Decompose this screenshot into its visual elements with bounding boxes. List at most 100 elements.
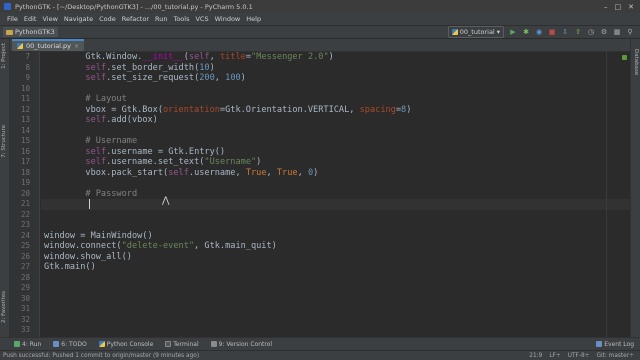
line-number: 16 bbox=[20, 146, 30, 156]
code-line[interactable]: # Username bbox=[44, 136, 137, 147]
tool-tab-favorites[interactable]: 2: Favorites bbox=[1, 291, 9, 323]
tool-tab-structure[interactable]: 7: Structure bbox=[1, 125, 9, 158]
menu-file[interactable]: File bbox=[4, 15, 21, 23]
menu-view[interactable]: View bbox=[39, 15, 60, 23]
code-token: orientation bbox=[163, 104, 220, 115]
tool-tab-database[interactable]: Database bbox=[633, 49, 639, 75]
code-token: .username = Gtk.Entry() bbox=[106, 146, 226, 157]
editor-tab-bar: 00_tutorial.py × bbox=[10, 39, 630, 52]
code-token: , bbox=[214, 73, 226, 83]
vcs-commit-icon[interactable]: ⇧ bbox=[574, 28, 582, 36]
tool-window-python-console[interactable]: Python Console bbox=[98, 341, 153, 348]
tab-00-tutorial[interactable]: 00_tutorial.py × bbox=[12, 39, 85, 51]
vcs-branch[interactable]: Git: master÷ bbox=[597, 353, 634, 359]
close-icon[interactable]: ✕ bbox=[628, 3, 634, 11]
code-line[interactable]: self.username.set_text("Username") bbox=[44, 157, 261, 168]
tool-window-todo[interactable]: 6: TODO bbox=[53, 341, 87, 348]
file-encoding[interactable]: UTF-8÷ bbox=[568, 353, 590, 359]
line-number: 24 bbox=[20, 230, 30, 240]
run-icon[interactable]: ▶ bbox=[509, 28, 517, 36]
code-line[interactable]: # Layout bbox=[44, 94, 126, 105]
tool-window-event-log[interactable]: Event Log bbox=[596, 341, 640, 348]
code-line[interactable]: Gtk.main() bbox=[44, 262, 96, 273]
code-token: Gtk.main() bbox=[44, 262, 96, 272]
line-number: 15 bbox=[20, 136, 30, 145]
code-line[interactable]: self.add(vbox) bbox=[44, 115, 157, 126]
line-number: 19 bbox=[20, 178, 30, 187]
search-icon[interactable]: ⚲ bbox=[626, 28, 634, 36]
code-token: self bbox=[85, 146, 107, 157]
menu-help[interactable]: Help bbox=[243, 15, 264, 23]
code-token: # Password bbox=[44, 188, 138, 199]
line-number: 22 bbox=[20, 209, 30, 219]
tool-tab-project[interactable]: 1: Project bbox=[1, 43, 9, 69]
code-token: vbox = Gtk.Box( bbox=[44, 104, 163, 115]
code-token: title bbox=[219, 52, 246, 62]
code-line[interactable]: self.set_border_width(10) bbox=[44, 62, 214, 74]
tool-window-label: Terminal bbox=[173, 340, 199, 348]
code-token: .set_border_width( bbox=[106, 62, 200, 73]
settings-icon[interactable]: ⚙ bbox=[600, 28, 608, 36]
status-message[interactable]: Push successful: Pushed 1 commit to orig… bbox=[3, 353, 199, 359]
line-number: 30 bbox=[20, 293, 30, 303]
right-tool-strip: Database bbox=[630, 39, 640, 337]
tool-window-terminal[interactable]: Terminal bbox=[165, 340, 199, 348]
code-line[interactable]: Gtk.Window.__init__(self, title="Messeng… bbox=[44, 52, 333, 63]
minimize-icon[interactable]: – bbox=[604, 3, 608, 11]
code-token: "Messenger 2.0" bbox=[251, 52, 329, 62]
code-line[interactable]: # Password bbox=[44, 189, 137, 200]
breadcrumb-project[interactable]: PythonGTK3 bbox=[3, 27, 58, 37]
code-editor[interactable]: 7 8 9 10 11 12 13 14 15 16 17 18 19 20 21 22 23 24 25 26 27 2… bbox=[10, 52, 630, 345]
menu-code[interactable]: Code bbox=[96, 15, 119, 23]
maximize-icon[interactable]: □ bbox=[615, 3, 622, 11]
menu-edit[interactable]: Edit bbox=[21, 15, 40, 23]
code-token: self bbox=[85, 62, 107, 73]
line-number: 26 bbox=[20, 251, 30, 261]
tab-label: 00_tutorial.py bbox=[26, 42, 72, 50]
menu-window[interactable]: Window bbox=[212, 15, 244, 23]
python-file-icon bbox=[17, 43, 23, 49]
terminal-icon bbox=[165, 341, 172, 347]
close-tab-icon[interactable]: × bbox=[74, 43, 79, 50]
menu-navigate[interactable]: Navigate bbox=[61, 15, 96, 23]
current-line-highlight bbox=[41, 199, 630, 210]
code-line[interactable]: window = MainWindow() bbox=[44, 231, 153, 242]
code-line[interactable] bbox=[44, 199, 85, 210]
coverage-icon[interactable]: ◉ bbox=[535, 28, 543, 36]
menu-tools[interactable]: Tools bbox=[170, 15, 192, 23]
menu-vcs[interactable]: VCS bbox=[192, 15, 211, 23]
line-number: 28 bbox=[20, 272, 30, 282]
history-icon[interactable]: ◷ bbox=[587, 28, 595, 36]
code-token: 10 bbox=[199, 62, 210, 73]
code-line[interactable]: self.set_size_request(200, 100) bbox=[44, 73, 245, 84]
vcs-update-icon[interactable]: ⇩ bbox=[561, 28, 569, 36]
line-number: 9 bbox=[25, 73, 30, 82]
code-line[interactable]: vbox.pack_start(self.username, True, Tru… bbox=[44, 168, 318, 179]
tool-window-run[interactable]: 4: Run bbox=[14, 341, 41, 348]
code-line[interactable]: window.connect("delete-event", Gtk.main_… bbox=[44, 241, 277, 252]
left-tool-strip: 1: Project 7: Structure 2: Favorites bbox=[0, 39, 10, 337]
run-configuration-select[interactable]: 00_tutorial ▾ bbox=[447, 26, 504, 38]
structure-icon[interactable]: ▦ bbox=[613, 28, 621, 36]
menu-run[interactable]: Run bbox=[152, 15, 170, 23]
code-line[interactable]: self.username = Gtk.Entry() bbox=[44, 147, 225, 158]
code-token: ) bbox=[256, 157, 262, 167]
code-token: # Username bbox=[44, 136, 138, 146]
caret-position[interactable]: 21:9 bbox=[529, 353, 542, 359]
text-cursor-icon: ⋀ bbox=[162, 196, 170, 206]
tool-window-label: Event Log bbox=[604, 340, 634, 348]
code-line[interactable]: window.show_all() bbox=[44, 252, 132, 263]
code-token: , bbox=[297, 167, 308, 178]
tool-window-version-control[interactable]: 9: Version Control bbox=[210, 341, 272, 348]
code-token: .set_size_request( bbox=[106, 73, 200, 83]
chevron-down-icon: ▾ bbox=[496, 28, 500, 36]
code-line[interactable]: vbox = Gtk.Box(orientation=Gtk.Orientati… bbox=[44, 105, 411, 116]
line-separator[interactable]: LF÷ bbox=[549, 353, 560, 359]
debug-icon[interactable]: ✱ bbox=[522, 28, 530, 36]
line-number-gutter: 7 8 9 10 11 12 13 14 15 16 17 18 19 20 21 22 23 24 25 26 27 2… bbox=[10, 52, 40, 345]
menu-refactor[interactable]: Refactor bbox=[119, 15, 152, 23]
line-number: 20 bbox=[20, 188, 30, 198]
stop-icon[interactable]: ■ bbox=[548, 28, 556, 36]
